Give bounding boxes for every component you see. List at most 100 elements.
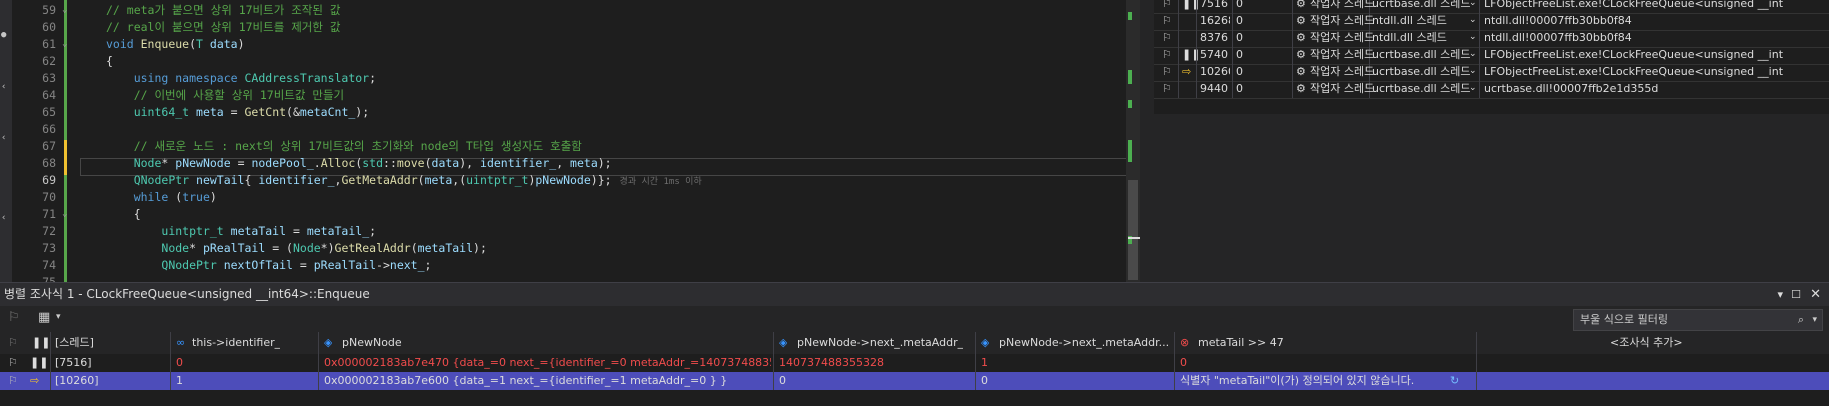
watch-row[interactable]: ⚐ ⇨ [10260] 1 0x000002183ab7e600 {data_=1 ne… (0, 372, 1829, 390)
watch-cell-c1[interactable]: 0 (176, 354, 316, 372)
header-col4[interactable]: pNewNode->next_.metaAddr... (999, 332, 1169, 354)
flag-icon[interactable]: ⚐ (8, 332, 18, 354)
fold-chevron-icon[interactable]: ⌄ (62, 206, 67, 223)
code-token: GetMetaAddr (341, 173, 418, 187)
code-token: true (182, 190, 210, 204)
thread-row[interactable]: ⚐ ⚙ ⌄ 9440 0 작업자 스레드 ucrtbase.dll 스레드 ucrtbase.… (1154, 79, 1829, 99)
close-icon[interactable]: ✕ (1810, 283, 1821, 306)
watch-cell-thread[interactable]: [7516] (55, 354, 165, 372)
parallel-watch-title-bar: 병렬 조사식 1 - CLockFreeQueue<unsigned __int… (0, 282, 1829, 306)
code-token: = (223, 105, 245, 119)
code-line[interactable]: 62 { (0, 53, 1140, 70)
header-col2[interactable]: pNewNode (342, 332, 402, 354)
dropdown-icon[interactable]: ▾ (1777, 283, 1783, 306)
watch-row[interactable]: ⚐ ❚❚ [7516] 0 0x000002183ab7e470 {data_=0 ne… (0, 354, 1829, 372)
watch-cell-c1[interactable]: 1 (176, 372, 316, 390)
line-number: 67 (42, 139, 56, 153)
code-token: ) (209, 190, 217, 204)
panel-title: 병렬 조사식 1 - CLockFreeQueue<unsigned __int… (4, 287, 370, 301)
watch-cell-c2[interactable]: 0x000002183ab7e600 {data_=1 next_={ident… (324, 372, 771, 390)
code-token: metaCnt_ (299, 105, 356, 119)
code-token: pNewNode (175, 156, 231, 170)
code-text: Node* pNewNode = nodePool_.Alloc (std::mo… (106, 155, 612, 172)
line-number: 69 (42, 173, 56, 187)
code-line[interactable]: 59 ⌄ // meta가 붙으면 상위 17비트가 조작된 값 (0, 2, 1140, 19)
watch-cell-c3[interactable]: 0 (779, 372, 973, 390)
code-line[interactable]: 63 using namespace CAddressTranslator; (0, 70, 1140, 87)
code-token: // 새로운 노드 : next의 상위 17비트값의 초기화와 node의 T… (133, 139, 582, 153)
code-text: void Enqueue(T data) (106, 36, 245, 53)
code-line[interactable]: 60 // real이 붙으면 상위 17비트를 제거한 값 (0, 19, 1140, 36)
line-number: 74 (42, 258, 56, 272)
code-line[interactable]: 68 Node* pNewNode = nodePool_.Alloc (std:… (0, 155, 1140, 172)
code-editor[interactable]: ● ‹ ‹ ‹ 59 ⌄// meta가 붙으면 상위 17비트가 조작된 값 60… (0, 0, 1140, 282)
watch-cell-thread[interactable]: [10260] (55, 372, 165, 390)
pane-splitter[interactable] (1140, 0, 1154, 282)
watch-cell-c4[interactable]: 0 (981, 372, 1172, 390)
flag-icon[interactable]: ⚐ (8, 310, 20, 325)
search-icon[interactable]: ⌕ (1798, 310, 1804, 330)
chevron-down-icon[interactable]: ▾ (1812, 310, 1817, 330)
code-token: Node (161, 241, 190, 255)
header-col5[interactable]: metaTail >> 47 (1198, 332, 1284, 354)
code-token: ( (410, 241, 418, 255)
code-line[interactable]: 71 ⌄ { (0, 206, 1140, 223)
code-line[interactable]: 65 uint64_t meta = GetCnt(&metaCnt_); (0, 104, 1140, 121)
chevron-down-icon[interactable]: ▾ (56, 312, 61, 322)
watch-cell-c5[interactable]: 식별자 "metaTail"이(가) 정의되어 있지 않습니다. (1180, 372, 1450, 390)
code-token: GetCnt (244, 105, 287, 119)
maximize-icon[interactable]: ☐ (1791, 283, 1801, 306)
filter-input[interactable]: 부울 식으로 필터링 ⌕ ▾ (1573, 309, 1823, 331)
fold-chevron-icon[interactable]: ⌄ (62, 36, 67, 53)
code-token: { (244, 173, 259, 187)
line-number: 75 (42, 275, 56, 282)
add-watch-header[interactable]: <조사식 추가> (1610, 332, 1683, 354)
watch-cell-c5[interactable]: 0 (1180, 354, 1450, 372)
thread-id: 9440 (1200, 82, 1228, 95)
line-number: 71 (42, 207, 56, 221)
code-line[interactable]: 67 // 새로운 노드 : next의 상위 17비트값의 초기화와 node… (0, 138, 1140, 155)
header-col3[interactable]: pNewNode->next_.metaAddr_ (797, 332, 963, 354)
code-token: pRealTail (313, 258, 377, 272)
header-col1[interactable]: this->identifier_ (192, 332, 280, 354)
flag-icon[interactable]: ⚐ (1162, 79, 1172, 98)
code-text: QNodePtr nextOfTail = pRealTail->next_; (106, 257, 431, 274)
refresh-icon[interactable]: ↻ (1450, 372, 1459, 394)
line-number: 63 (42, 71, 56, 85)
line-number: 62 (42, 54, 56, 68)
code-line[interactable]: 73 Node* pRealTail = (Node*)GetRealAddr(… (0, 240, 1140, 257)
code-token: CAddressTranslator (244, 71, 370, 85)
line-number: 64 (42, 88, 56, 102)
scrollbar-thumb[interactable] (1128, 180, 1138, 280)
watch-cell-c2[interactable]: 0x000002183ab7e470 {data_=0 next_={ident… (324, 354, 771, 372)
code-line[interactable]: 70 while (true) (0, 189, 1140, 206)
code-token: nodePool_ (251, 156, 314, 170)
code-token: pRealTail (202, 241, 266, 255)
thread-gear-icon: ⚙ (1296, 82, 1306, 95)
flag-icon[interactable]: ⚐ (8, 372, 18, 394)
watch-icon: ∞ (176, 336, 186, 349)
code-line[interactable]: 74 QNodePtr nextOfTail = pRealTail->next… (0, 257, 1140, 274)
fold-chevron-icon[interactable]: ⌄ (62, 2, 67, 19)
pause-icon[interactable]: ❚❚ (32, 332, 50, 354)
code-token: ( (189, 37, 197, 51)
code-line[interactable]: 72 uintptr_t metaTail = metaTail_; (0, 223, 1140, 240)
watch-cell-c3[interactable]: 140737488355328 (779, 354, 973, 372)
code-line[interactable]: 66 (0, 121, 1140, 138)
header-thread[interactable]: [스레드] (55, 332, 94, 354)
code-line[interactable]: 69 QNodePtr newTail{ identifier_,GetMeta… (0, 172, 1140, 189)
code-token: Node (292, 241, 321, 255)
perf-tip[interactable]: 경과 시간 1ms 이하 (620, 177, 702, 187)
code-line[interactable]: 64 // 이번에 사용할 상위 17비트값 만들기 (0, 87, 1140, 104)
parallel-watch-grid: ⚐ ❚❚ [스레드] ∞ this->identifier_ ◈ pNewNod… (0, 332, 1829, 406)
code-token: using namespace (133, 71, 245, 85)
code-line[interactable]: 61 ⌄ void Enqueue(T data) (0, 36, 1140, 53)
watch-cell-c4[interactable]: 1 (981, 354, 1172, 372)
table-view-icon[interactable]: ▦ (38, 310, 50, 325)
code-token: ; (424, 258, 432, 272)
code-line[interactable]: 75 (0, 274, 1140, 282)
